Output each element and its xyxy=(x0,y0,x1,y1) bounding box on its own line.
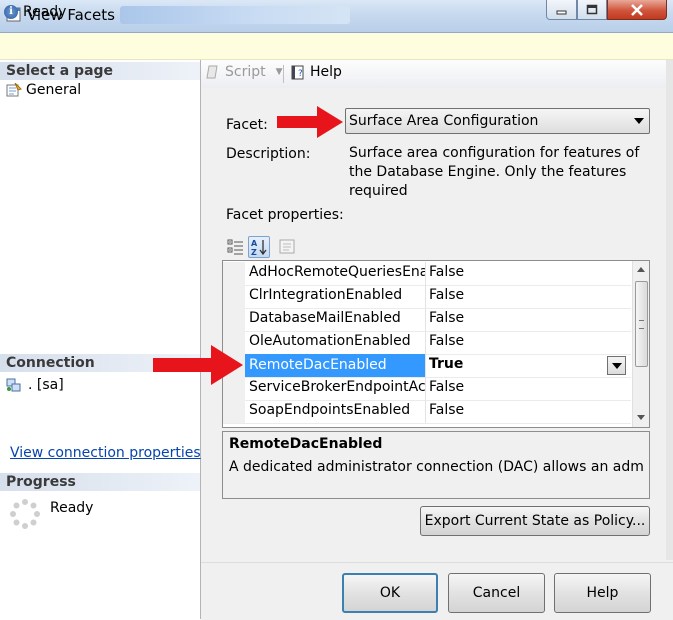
svg-text:A: A xyxy=(251,239,258,248)
script-icon xyxy=(206,65,218,79)
minimize-icon xyxy=(556,10,567,14)
dropdown-arrow-icon xyxy=(634,118,644,124)
column-divider xyxy=(425,308,426,331)
help-panel-description: A dedicated administrator connection (DA… xyxy=(229,459,644,475)
column-divider xyxy=(425,354,426,377)
help-book-icon: ? xyxy=(291,65,304,80)
property-name: AdHocRemoteQueriesEnal xyxy=(249,264,425,280)
property-value[interactable]: False xyxy=(429,402,464,418)
property-row[interactable]: ServiceBrokerEndpointActi False xyxy=(223,377,631,401)
property-value[interactable]: False xyxy=(429,264,464,280)
right-pane-scrollbar[interactable] xyxy=(666,60,673,560)
categorized-view-icon[interactable] xyxy=(226,237,246,257)
general-page-icon xyxy=(6,83,22,97)
info-icon: i xyxy=(4,5,18,19)
property-name: DatabaseMailEnabled xyxy=(249,310,401,326)
description-text: Surface area configuration for features … xyxy=(349,145,640,199)
column-divider xyxy=(425,285,426,308)
column-divider xyxy=(425,400,426,423)
property-value[interactable]: False xyxy=(429,333,464,349)
svg-text:?: ? xyxy=(298,69,303,79)
minimize-button[interactable] xyxy=(546,0,577,20)
column-divider xyxy=(425,331,426,354)
facet-dropdown-value: Surface Area Configuration xyxy=(349,113,539,129)
progress-spinner-icon xyxy=(10,499,40,529)
toolbar-separator xyxy=(283,65,284,83)
help-panel-title: RemoteDacEnabled xyxy=(229,436,383,452)
redacted-server-name xyxy=(120,6,350,24)
row-gutter xyxy=(223,285,245,308)
property-name: SoapEndpointsEnabled xyxy=(249,402,411,418)
property-row[interactable]: ClrIntegrationEnabled False xyxy=(223,285,631,309)
property-value[interactable]: True xyxy=(429,356,463,372)
property-row[interactable]: RemoteDacEnabled True xyxy=(223,354,631,378)
maximize-icon xyxy=(586,4,598,15)
property-row[interactable]: OleAutomationEnabled False xyxy=(223,331,631,355)
script-label: Script xyxy=(225,64,266,80)
server-connection-icon xyxy=(6,378,21,392)
status-text: Ready xyxy=(23,4,67,20)
property-value[interactable]: False xyxy=(429,379,464,395)
help-label: Help xyxy=(310,64,342,80)
property-name: OleAutomationEnabled xyxy=(249,333,411,349)
row-gutter xyxy=(223,262,245,285)
connection-value: . [sa] xyxy=(28,377,64,393)
description-label: Description: xyxy=(226,146,311,162)
page-item-label: General xyxy=(26,82,82,98)
facet-properties-label: Facet properties: xyxy=(226,207,344,223)
progress-status: Ready xyxy=(50,500,94,516)
svg-text:Z: Z xyxy=(251,248,257,257)
property-pages-icon[interactable] xyxy=(277,237,297,257)
property-value[interactable]: False xyxy=(429,287,464,303)
alphabetical-sort-button[interactable]: A Z xyxy=(248,236,270,258)
row-gutter xyxy=(223,308,245,331)
connection-item: . [sa] xyxy=(6,377,64,393)
property-row[interactable]: AdHocRemoteQueriesEnal False xyxy=(223,262,631,286)
facet-label: Facet: xyxy=(226,117,268,133)
ok-button[interactable]: OK xyxy=(342,573,438,613)
property-name: ClrIntegrationEnabled xyxy=(249,287,403,303)
status-bar xyxy=(0,33,673,60)
left-pane xyxy=(0,60,201,619)
cancel-button[interactable]: Cancel xyxy=(448,573,545,613)
red-arrow-icon xyxy=(153,345,243,385)
property-name: ServiceBrokerEndpointActi xyxy=(249,379,425,395)
close-button[interactable] xyxy=(607,0,667,20)
help-toolbar-button[interactable]: ? Help xyxy=(290,64,342,80)
select-page-header: Select a page xyxy=(0,62,200,80)
scroll-thumb[interactable] xyxy=(635,281,648,367)
row-gutter xyxy=(223,400,245,423)
sort-az-icon: A Z xyxy=(251,239,267,257)
property-row[interactable]: SoapEndpointsEnabled False xyxy=(223,400,631,424)
maximize-button[interactable] xyxy=(577,0,607,20)
scroll-down-icon[interactable] xyxy=(637,415,645,420)
export-policy-button[interactable]: Export Current State as Policy... xyxy=(420,506,650,536)
property-name: RemoteDacEnabled xyxy=(245,354,425,377)
column-divider xyxy=(425,262,426,285)
property-grid[interactable]: AdHocRemoteQueriesEnal False ClrIntegratio… xyxy=(222,260,650,428)
value-dropdown-button[interactable] xyxy=(607,356,626,375)
property-grid-scrollbar[interactable] xyxy=(632,261,649,427)
help-button[interactable]: Help xyxy=(554,573,651,613)
scroll-up-icon[interactable] xyxy=(637,267,645,272)
chevron-down-icon: ▼ xyxy=(275,67,283,77)
red-arrow-icon xyxy=(277,106,343,138)
property-value[interactable]: False xyxy=(429,310,464,326)
close-icon xyxy=(631,3,643,16)
column-divider xyxy=(425,377,426,400)
progress-header: Progress xyxy=(0,473,200,491)
page-item-general[interactable]: General xyxy=(6,82,81,98)
view-connection-properties-link[interactable]: View connection properties xyxy=(10,445,201,461)
property-row[interactable]: DatabaseMailEnabled False xyxy=(223,308,631,332)
script-button[interactable]: Script ▼ xyxy=(205,64,283,80)
